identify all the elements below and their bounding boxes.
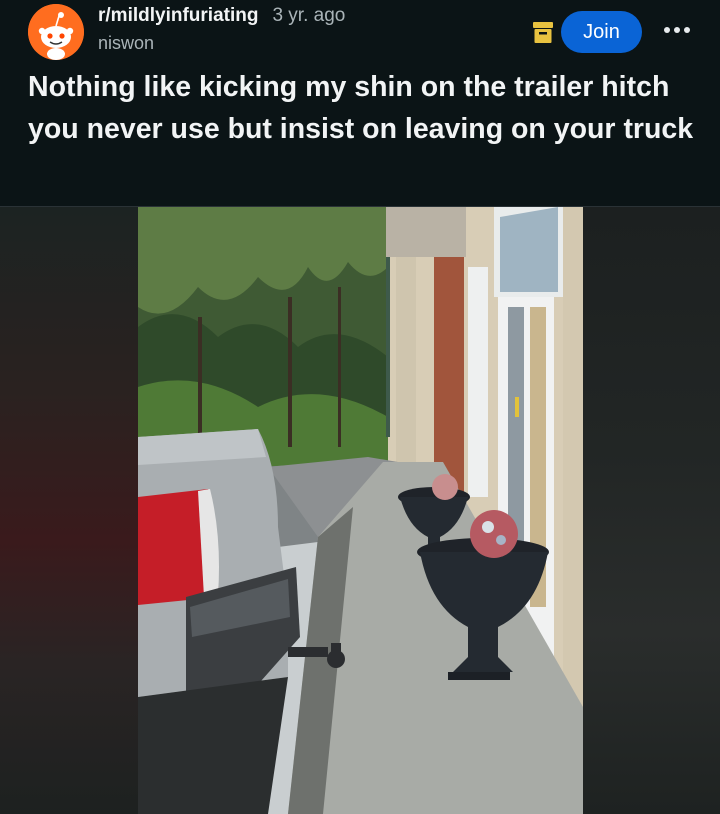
post-age: 3 yr. ago xyxy=(272,5,346,26)
media-blur-left xyxy=(0,207,138,814)
post-title[interactable]: Nothing like kicking my shin on the trai… xyxy=(28,66,700,150)
subreddit-link[interactable]: r/mildlyinfuriating xyxy=(98,5,258,27)
media-blur-right xyxy=(583,207,720,814)
more-options-icon[interactable] xyxy=(664,27,690,37)
post-meta: r/mildlyinfuriating 3 yr. ago niswon xyxy=(98,5,345,54)
archive-icon xyxy=(533,22,553,44)
post-photo[interactable] xyxy=(138,207,583,814)
author-link[interactable]: niswon xyxy=(98,33,345,54)
join-button[interactable]: Join xyxy=(561,11,642,53)
subreddit-avatar-icon[interactable] xyxy=(28,4,84,60)
post-header: r/mildlyinfuriating 3 yr. ago niswon Joi… xyxy=(0,0,720,207)
post-media[interactable] xyxy=(0,207,720,814)
